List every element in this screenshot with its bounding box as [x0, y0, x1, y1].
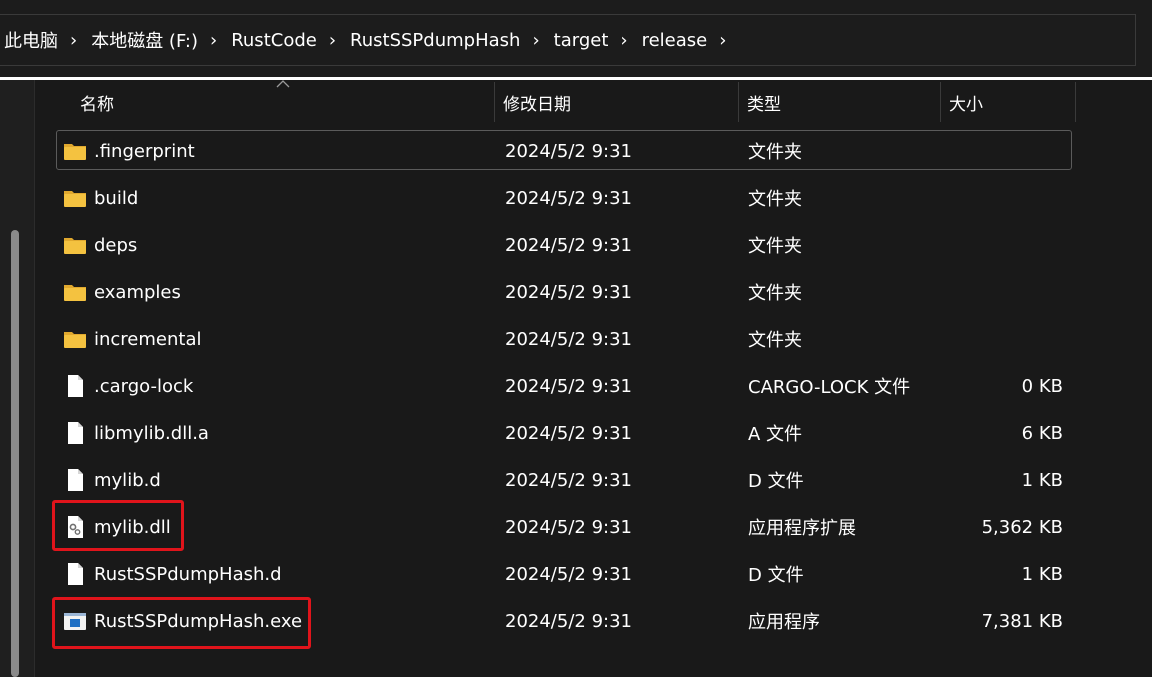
file-row-build[interactable]: build 2024/5/2 9:31 文件夹 — [56, 177, 1072, 217]
file-icon — [68, 563, 83, 585]
folder-icon — [64, 238, 86, 254]
breadcrumb-this-pc[interactable]: 此电脑 — [4, 27, 58, 53]
folder-icon — [64, 191, 86, 207]
file-name: build — [94, 187, 139, 209]
file-type: 应用程序 — [748, 612, 820, 633]
file-size: 0 KB — [1021, 375, 1063, 397]
file-icon — [68, 375, 83, 397]
navigation-scrollbar[interactable] — [11, 230, 19, 677]
folder-icon — [64, 332, 86, 348]
column-header-modified[interactable]: 修改日期 — [495, 82, 738, 122]
address-bar: 此电脑 › 本地磁盘 (F:) › RustCode › RustSSPdump… — [0, 0, 1152, 80]
chevron-right-icon[interactable]: › — [620, 30, 627, 51]
breadcrumb-release[interactable]: release — [642, 30, 708, 51]
file-size: 1 KB — [1021, 469, 1063, 491]
file-modified: 2024/5/2 9:31 — [505, 187, 632, 209]
file-row-libmylib-dll-a[interactable]: libmylib.dll.a 2024/5/2 9:31 A 文件 6 KB — [56, 412, 1072, 452]
file-modified: 2024/5/2 9:31 — [505, 281, 632, 303]
folder-icon — [64, 285, 86, 301]
file-name: incremental — [94, 328, 202, 350]
highlight-box-rustsspdumphash-exe — [52, 597, 311, 649]
divider — [0, 77, 1152, 80]
file-name: mylib.d — [94, 469, 161, 491]
file-name: deps — [94, 234, 138, 256]
column-header-modified-label: 修改日期 — [503, 94, 571, 115]
chevron-right-icon[interactable]: › — [329, 30, 336, 51]
file-row-examples[interactable]: examples 2024/5/2 9:31 文件夹 — [56, 271, 1072, 311]
column-header-type-label: 类型 — [747, 94, 781, 115]
file-type: 文件夹 — [748, 236, 802, 257]
file-type: 应用程序扩展 — [748, 518, 856, 539]
file-type: 文件夹 — [748, 142, 802, 163]
file-size: 5,362 KB — [981, 516, 1063, 538]
file-type: D 文件 — [748, 565, 804, 586]
folder-icon — [64, 144, 86, 160]
file-modified: 2024/5/2 9:31 — [505, 234, 632, 256]
file-type: 文件夹 — [748, 330, 802, 351]
file-list: .fingerprint 2024/5/2 9:31 文件夹 build 202… — [56, 130, 1072, 647]
column-header-type[interactable]: 类型 — [739, 82, 940, 122]
column-resize-handle[interactable] — [1075, 82, 1076, 122]
breadcrumb-drive-f[interactable]: 本地磁盘 (F:) — [91, 27, 198, 53]
file-icon — [68, 422, 83, 444]
breadcrumb-target[interactable]: target — [554, 30, 609, 51]
breadcrumb-rustcode[interactable]: RustCode — [231, 30, 317, 51]
file-modified: 2024/5/2 9:31 — [505, 610, 632, 632]
file-row-mylib-d[interactable]: mylib.d 2024/5/2 9:31 D 文件 1 KB — [56, 459, 1072, 499]
file-name: RustSSPdumpHash.d — [94, 563, 282, 585]
column-header-name-label: 名称 — [80, 94, 114, 115]
breadcrumb[interactable]: 此电脑 › 本地磁盘 (F:) › RustCode › RustSSPdump… — [0, 14, 1136, 66]
file-row-fingerprint[interactable]: .fingerprint 2024/5/2 9:31 文件夹 — [56, 130, 1072, 170]
file-modified: 2024/5/2 9:31 — [505, 469, 632, 491]
file-name: .fingerprint — [94, 140, 195, 162]
file-name: examples — [94, 281, 181, 303]
file-type: 文件夹 — [748, 189, 802, 210]
file-row-deps[interactable]: deps 2024/5/2 9:31 文件夹 — [56, 224, 1072, 264]
file-modified: 2024/5/2 9:31 — [505, 140, 632, 162]
file-row-mylib-dll[interactable]: mylib.dll 2024/5/2 9:31 应用程序扩展 5,362 KB — [56, 506, 1072, 546]
file-modified: 2024/5/2 9:31 — [505, 375, 632, 397]
file-type: A 文件 — [748, 424, 803, 445]
column-header-size[interactable]: 大小 — [941, 82, 1075, 122]
chevron-right-icon[interactable]: › — [532, 30, 539, 51]
column-header-size-label: 大小 — [949, 94, 983, 115]
column-header-row: 名称 修改日期 类型 大小 — [60, 82, 1076, 122]
pane-divider[interactable] — [34, 80, 35, 677]
file-type: D 文件 — [748, 471, 804, 492]
file-modified: 2024/5/2 9:31 — [505, 328, 632, 350]
column-header-name[interactable]: 名称 — [72, 82, 494, 122]
file-icon — [68, 469, 83, 491]
chevron-right-icon[interactable]: › — [70, 30, 77, 51]
chevron-right-icon[interactable]: › — [210, 30, 217, 51]
file-type: CARGO-LOCK 文件 — [748, 377, 911, 398]
highlight-box-mylib-dll — [52, 500, 184, 551]
chevron-right-icon[interactable]: › — [719, 30, 726, 51]
file-row-incremental[interactable]: incremental 2024/5/2 9:31 文件夹 — [56, 318, 1072, 358]
file-size: 1 KB — [1021, 563, 1063, 585]
file-modified: 2024/5/2 9:31 — [505, 516, 632, 538]
file-size: 7,381 KB — [981, 610, 1063, 632]
file-type: 文件夹 — [748, 283, 802, 304]
file-row-rustsspdumphash-d[interactable]: RustSSPdumpHash.d 2024/5/2 9:31 D 文件 1 K… — [56, 553, 1072, 593]
file-row-cargo-lock[interactable]: .cargo-lock 2024/5/2 9:31 CARGO-LOCK 文件 … — [56, 365, 1072, 405]
file-size: 6 KB — [1021, 422, 1063, 444]
breadcrumb-rustsspdumphash[interactable]: RustSSPdumpHash — [350, 30, 520, 51]
file-name: libmylib.dll.a — [94, 422, 209, 444]
file-modified: 2024/5/2 9:31 — [505, 422, 632, 444]
file-name: .cargo-lock — [94, 375, 194, 397]
file-modified: 2024/5/2 9:31 — [505, 563, 632, 585]
